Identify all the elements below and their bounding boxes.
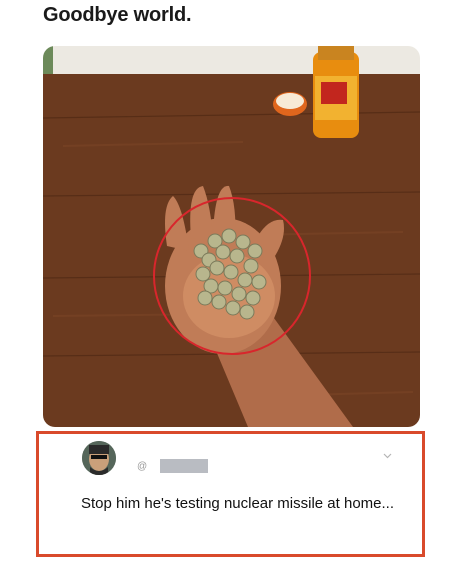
post-title: Goodbye world. [43,4,192,26]
chevron-down-icon[interactable] [383,451,392,460]
avatar[interactable] [82,441,116,475]
handle-at-sign: @ [137,461,148,472]
reply-text: Stop him he's testing nuclear missile at… [81,495,395,512]
avatar-image [82,441,116,475]
reply-card[interactable]: @ Stop him he's testing nuclear missile … [36,431,425,557]
photo-illustration [43,46,420,427]
redacted-handle [160,459,208,473]
post-photo[interactable] [43,46,420,427]
